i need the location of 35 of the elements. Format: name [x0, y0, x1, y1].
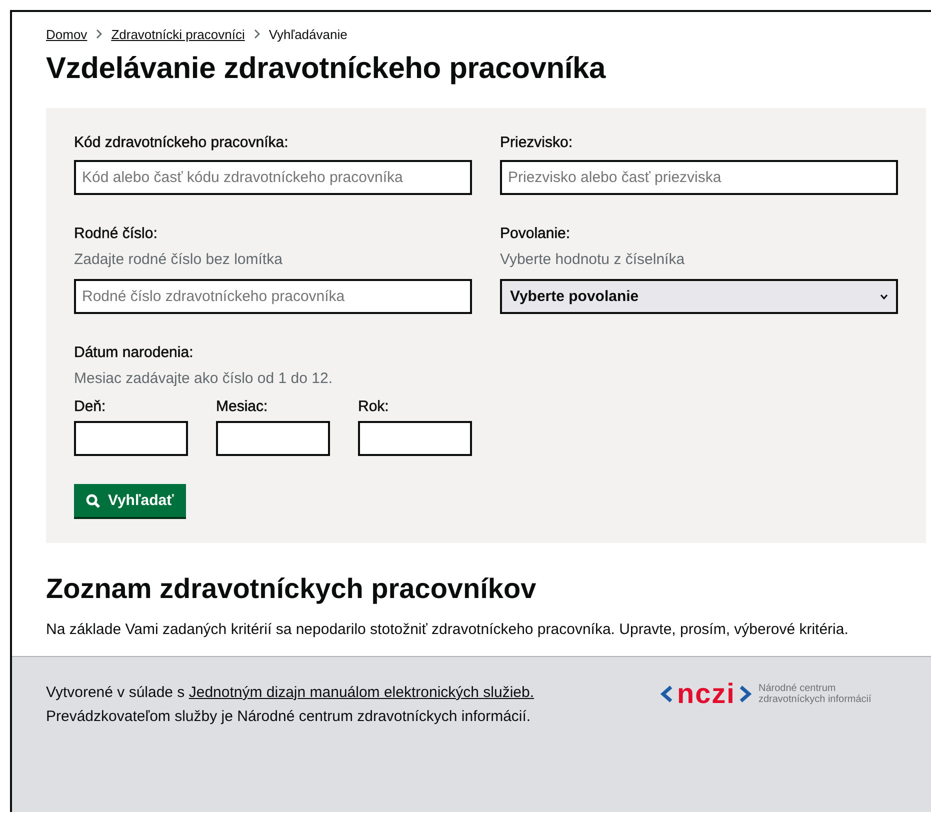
caret-icon — [880, 294, 888, 300]
chevron-icon — [95, 29, 104, 39]
input-field[interactable] — [216, 421, 330, 456]
logo-caption: Národné centrum — [758, 683, 837, 694]
footer-text: Prevádzkovateľom služby je Národné centrum zdravotníckych informácií. — [46, 707, 532, 727]
page-title: Vzdelávanie zdravotníckeho pracovníka — [46, 52, 607, 86]
design-manual-link[interactable]: Jednotným dizajn manuálom elektronických služieb. — [188, 684, 534, 701]
field-hint: Vyberte hodnotu z číselníka — [500, 251, 686, 268]
field-label: Rodné číslo: — [74, 225, 158, 242]
input-field[interactable]: Rodné číslo zdravotníckeho pracovníka — [74, 279, 472, 314]
field-label: Priezvisko: — [500, 134, 574, 151]
breadcrumb-link[interactable]: Domov — [46, 26, 88, 42]
field-label: Dátum narodenia: — [74, 344, 194, 361]
breadcrumb-current: Vyhľadávanie — [268, 26, 348, 42]
input-field[interactable] — [358, 421, 472, 456]
no-results-message: Na základe Vami zadaných kritérií sa nepodarilo stotožniť zdravotníckeho pracovníka. Upravte, prosím, výberové kritéria. — [46, 621, 850, 638]
section-title: Zoznam zdravotníckych pracovníkov — [46, 573, 538, 605]
field-hint: Mesiac zadávajte ako číslo od 1 do 12. — [74, 370, 334, 387]
input-field[interactable]: Priezvisko alebo časť priezviska — [500, 160, 898, 195]
field-label: Povolanie: — [500, 225, 572, 242]
breadcrumb-link[interactable]: Zdravotnícki pracovníci — [111, 26, 245, 42]
input-field[interactable]: Kód alebo časť kódu zdravotníckeho pracovníka — [74, 160, 472, 195]
logo-caption: zdravotníckych informácií — [758, 694, 872, 705]
input-field[interactable] — [74, 421, 188, 456]
search-button[interactable]: Vyhľadať — [74, 484, 186, 517]
field-hint: Zadajte rodné číslo bez lomítka — [74, 251, 284, 268]
dropdown[interactable]: Vyberte povolanie — [500, 279, 898, 314]
field-label: Rok: — [358, 398, 390, 415]
search-icon — [86, 494, 100, 508]
logo: nczi — [660, 680, 752, 708]
footer-text: Vytvorené v súlade s Jednotným dizajn manuálom elektronických služieb. — [46, 683, 536, 703]
field-label: Kód zdravotníckeho pracovníka: — [74, 134, 290, 151]
field-label: Deň: — [74, 398, 107, 415]
field-label: Mesiac: — [216, 398, 269, 415]
chevron-icon — [252, 29, 261, 39]
